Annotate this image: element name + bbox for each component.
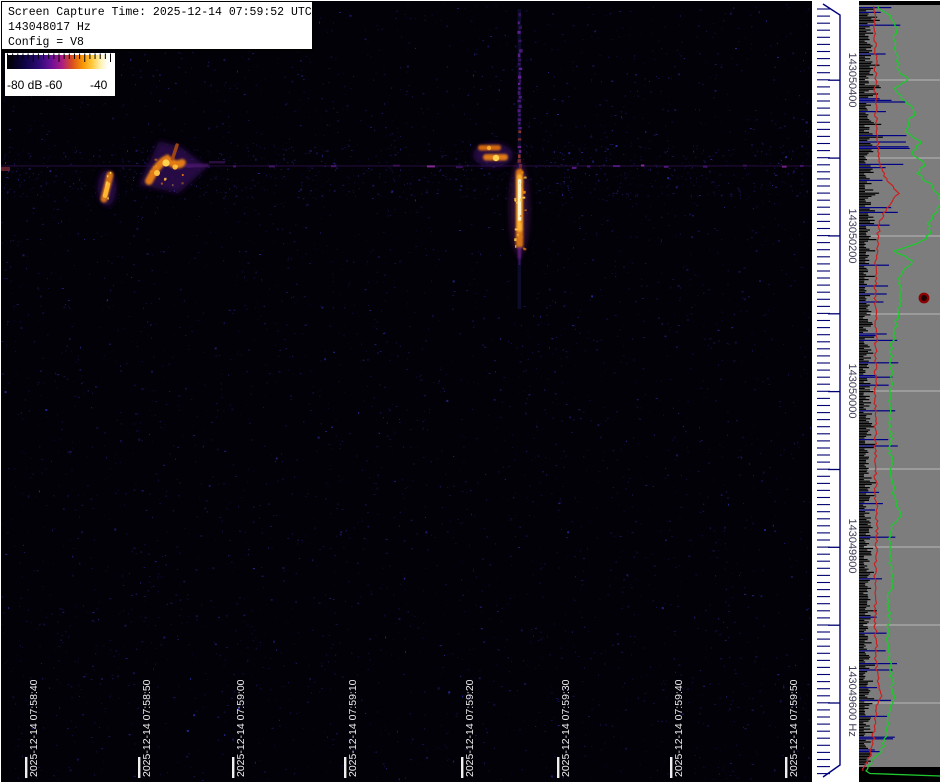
time-label: 2025-12-14 07:59:00: [235, 679, 247, 777]
center-frequency-text: 143048017 Hz: [8, 21, 91, 34]
capture-info-box: Screen Capture Time: 2025-12-14 07:59:52…: [1, 1, 314, 51]
frequency-label: 143050200: [846, 208, 858, 263]
legend-label-min: -80 dB: [7, 78, 43, 92]
waterfall-spectrogram[interactable]: 2025-12-14 07:58:40 2025-12-14 07:58:50 20…: [1, 1, 812, 783]
time-label: 2025-12-14 07:59:20: [464, 679, 476, 777]
time-label: 2025-12-14 07:58:50: [141, 679, 153, 777]
live-spectrum-panel[interactable]: [859, 1, 941, 783]
legend-label-max: -40: [90, 78, 108, 92]
legend-tick-ruler: [7, 53, 111, 62]
color-scale-legend: -80 dB -60 -40: [5, 53, 115, 96]
frequency-label: 143050000: [846, 363, 858, 418]
capture-time-text: Screen Capture Time: 2025-12-14 07:59:52…: [8, 6, 312, 19]
time-label: 2025-12-14 07:59:40: [673, 679, 685, 777]
frequency-label: 143049600 Hz: [846, 665, 858, 737]
time-label: 2025-12-14 07:58:40: [28, 679, 40, 777]
config-text: Config = V8: [8, 36, 84, 49]
frequency-label: 143050400: [846, 52, 858, 107]
legend-label-mid: -60: [45, 78, 63, 92]
spectrogram-window: 2025-12-14 07:58:40 2025-12-14 07:58:50 20…: [0, 0, 941, 783]
time-label: 2025-12-14 07:59:30: [560, 679, 572, 777]
time-label: 2025-12-14 07:59:50: [788, 679, 800, 777]
frequency-label: 143049800: [846, 518, 858, 573]
red-dot-marker: [918, 292, 930, 304]
time-label: 2025-12-14 07:59:10: [347, 679, 359, 777]
frequency-axis: 143050400 143050200 143050000 143049800 1430…: [812, 1, 859, 782]
